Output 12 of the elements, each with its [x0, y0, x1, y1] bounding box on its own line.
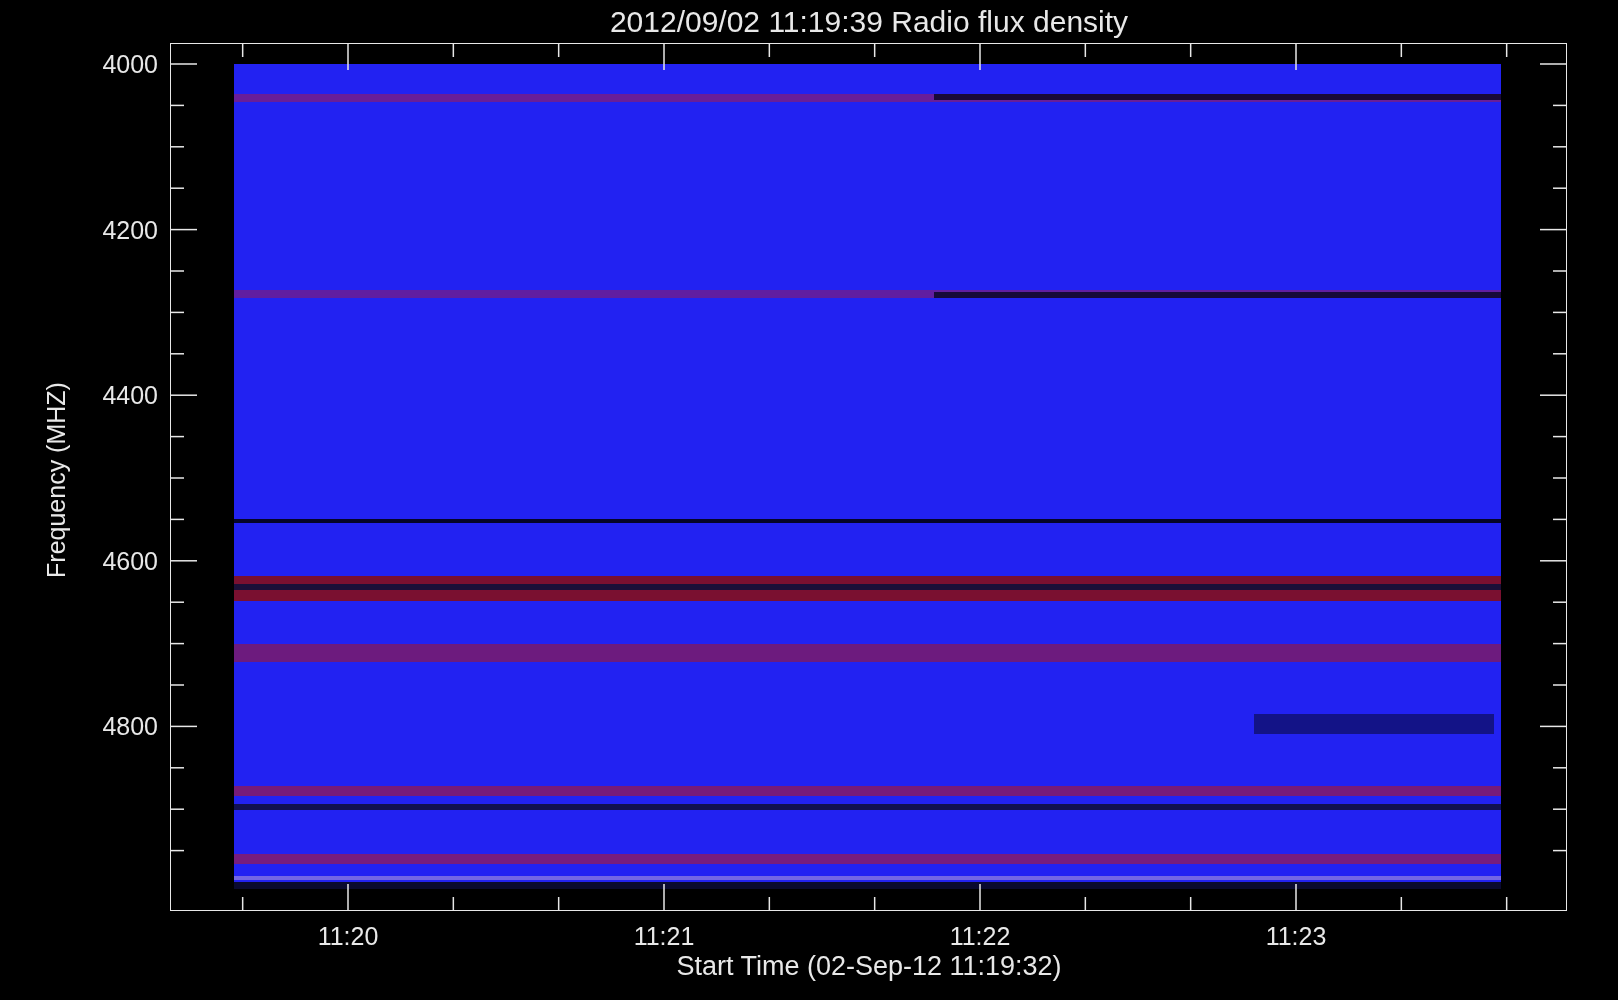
y-tick-label: 4200 — [102, 215, 158, 244]
x-tick-label: 11:22 — [949, 922, 1011, 950]
y-axis-title: Frequency (MHZ) — [42, 382, 70, 578]
y-tick-label: 4600 — [102, 546, 158, 575]
x-tick-label: 11:23 — [1265, 922, 1327, 950]
x-tick-label: 11:20 — [317, 922, 379, 950]
x-tick-label: 11:21 — [633, 922, 695, 950]
y-tick-label: 4000 — [102, 50, 158, 78]
y-tick-label: 4800 — [102, 712, 158, 741]
y-tick-label: 4400 — [102, 381, 158, 410]
x-axis-title: Start Time (02-Sep-12 11:19:32) — [676, 951, 1062, 981]
chart-title: 2012/09/02 11:19:39 Radio flux density — [609, 5, 1129, 38]
